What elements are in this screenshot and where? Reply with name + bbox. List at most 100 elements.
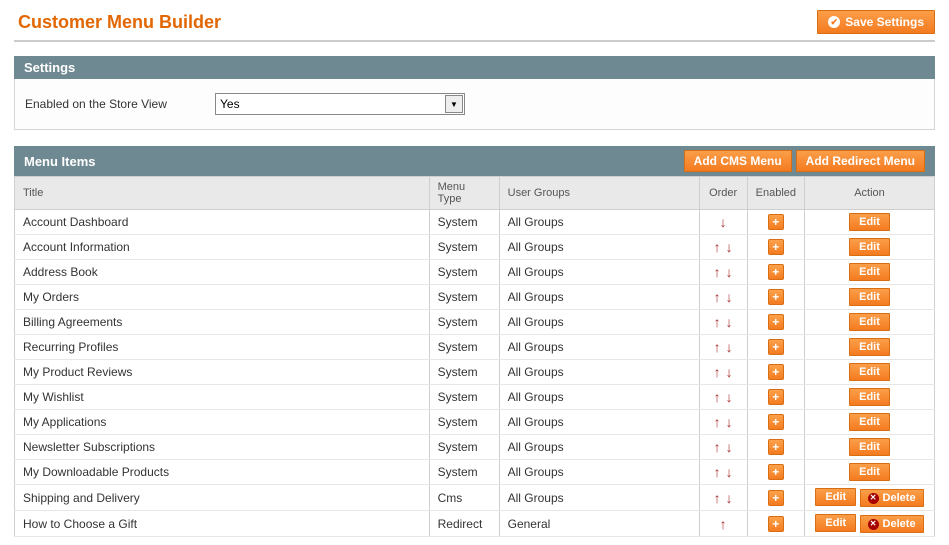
table-row: Address BookSystemAll Groups↑↓+Edit [15, 260, 935, 285]
add-cms-menu-button[interactable]: Add CMS Menu [684, 150, 792, 172]
table-row: My Downloadable ProductsSystemAll Groups… [15, 460, 935, 485]
move-down-icon[interactable]: ↓ [723, 389, 735, 405]
move-down-icon[interactable]: ↓ [723, 414, 735, 430]
row-action: Edit [805, 310, 935, 335]
move-up-icon[interactable]: ↑ [711, 439, 723, 455]
edit-button[interactable]: Edit [849, 238, 890, 256]
row-action: Edit [805, 235, 935, 260]
edit-button[interactable]: Edit [815, 514, 856, 532]
settings-panel-body: Enabled on the Store View Yes [14, 79, 935, 130]
edit-button[interactable]: Edit [849, 388, 890, 406]
table-row: My WishlistSystemAll Groups↑↓+Edit [15, 385, 935, 410]
save-settings-label: Save Settings [845, 15, 924, 29]
row-groups: All Groups [499, 210, 699, 235]
enable-toggle[interactable]: + [768, 389, 784, 405]
row-enabled: + [747, 260, 804, 285]
edit-button[interactable]: Edit [815, 488, 856, 506]
edit-button[interactable]: Edit [849, 263, 890, 281]
row-type: System [429, 335, 499, 360]
move-down-icon[interactable]: ↓ [723, 239, 735, 255]
move-down-icon[interactable]: ↓ [723, 439, 735, 455]
move-down-icon[interactable]: ↓ [717, 214, 729, 230]
col-action: Action [805, 177, 935, 210]
row-enabled: + [747, 360, 804, 385]
row-enabled: + [747, 511, 804, 537]
move-up-icon[interactable]: ↑ [711, 414, 723, 430]
row-title: Billing Agreements [15, 310, 430, 335]
table-row: How to Choose a GiftRedirectGeneral↑+Edi… [15, 511, 935, 537]
enable-toggle[interactable]: + [768, 464, 784, 480]
move-down-icon[interactable]: ↓ [723, 314, 735, 330]
enable-toggle[interactable]: + [768, 490, 784, 506]
move-down-icon[interactable]: ↓ [723, 490, 735, 506]
row-title: My Applications [15, 410, 430, 435]
row-action: Edit ✕Delete [805, 511, 935, 537]
move-down-icon[interactable]: ↓ [723, 289, 735, 305]
row-title: Recurring Profiles [15, 335, 430, 360]
row-title: Address Book [15, 260, 430, 285]
enable-toggle[interactable]: + [768, 239, 784, 255]
move-up-icon[interactable]: ↑ [711, 490, 723, 506]
enable-toggle[interactable]: + [768, 314, 784, 330]
edit-button[interactable]: Edit [849, 213, 890, 231]
row-title: My Downloadable Products [15, 460, 430, 485]
move-up-icon[interactable]: ↑ [711, 389, 723, 405]
col-enabled: Enabled [747, 177, 804, 210]
move-down-icon[interactable]: ↓ [723, 339, 735, 355]
row-enabled: + [747, 210, 804, 235]
row-order: ↑↓ [699, 435, 747, 460]
row-title: How to Choose a Gift [15, 511, 430, 537]
edit-button[interactable]: Edit [849, 313, 890, 331]
edit-button[interactable]: Edit [849, 363, 890, 381]
table-row: My OrdersSystemAll Groups↑↓+Edit [15, 285, 935, 310]
row-action: Edit [805, 360, 935, 385]
row-action: Edit [805, 260, 935, 285]
delete-button[interactable]: ✕Delete [860, 515, 924, 533]
row-groups: All Groups [499, 485, 699, 511]
move-down-icon[interactable]: ↓ [723, 264, 735, 280]
move-up-icon[interactable]: ↑ [711, 364, 723, 380]
move-down-icon[interactable]: ↓ [723, 464, 735, 480]
table-header-row: Title Menu Type User Groups Order Enable… [15, 177, 935, 210]
row-groups: All Groups [499, 385, 699, 410]
enable-toggle[interactable]: + [768, 264, 784, 280]
enable-toggle[interactable]: + [768, 516, 784, 532]
move-up-icon[interactable]: ↑ [711, 239, 723, 255]
row-type: System [429, 360, 499, 385]
row-type: System [429, 460, 499, 485]
move-up-icon[interactable]: ↑ [711, 289, 723, 305]
enabled-store-view-select[interactable]: Yes [215, 93, 465, 115]
edit-button[interactable]: Edit [849, 288, 890, 306]
row-type: Cms [429, 485, 499, 511]
move-up-icon[interactable]: ↑ [717, 516, 729, 532]
move-up-icon[interactable]: ↑ [711, 264, 723, 280]
enable-toggle[interactable]: + [768, 339, 784, 355]
row-type: System [429, 235, 499, 260]
move-up-icon[interactable]: ↑ [711, 339, 723, 355]
move-up-icon[interactable]: ↑ [711, 464, 723, 480]
row-groups: General [499, 511, 699, 537]
edit-button[interactable]: Edit [849, 413, 890, 431]
row-enabled: + [747, 435, 804, 460]
move-down-icon[interactable]: ↓ [723, 364, 735, 380]
row-groups: All Groups [499, 335, 699, 360]
col-type: Menu Type [429, 177, 499, 210]
table-row: My Product ReviewsSystemAll Groups↑↓+Edi… [15, 360, 935, 385]
edit-button[interactable]: Edit [849, 463, 890, 481]
edit-button[interactable]: Edit [849, 438, 890, 456]
save-settings-button[interactable]: ✔ Save Settings [817, 10, 935, 34]
edit-button[interactable]: Edit [849, 338, 890, 356]
enable-toggle[interactable]: + [768, 364, 784, 380]
delete-icon: ✕ [868, 519, 879, 530]
row-type: System [429, 260, 499, 285]
enable-toggle[interactable]: + [768, 214, 784, 230]
row-order: ↑↓ [699, 460, 747, 485]
delete-button[interactable]: ✕Delete [860, 489, 924, 507]
menu-items-panel-title: Menu Items [24, 154, 96, 169]
enable-toggle[interactable]: + [768, 289, 784, 305]
menu-items-panel-header: Menu Items Add CMS Menu Add Redirect Men… [14, 146, 935, 176]
move-up-icon[interactable]: ↑ [711, 314, 723, 330]
enable-toggle[interactable]: + [768, 414, 784, 430]
enable-toggle[interactable]: + [768, 439, 784, 455]
add-redirect-menu-button[interactable]: Add Redirect Menu [796, 150, 925, 172]
